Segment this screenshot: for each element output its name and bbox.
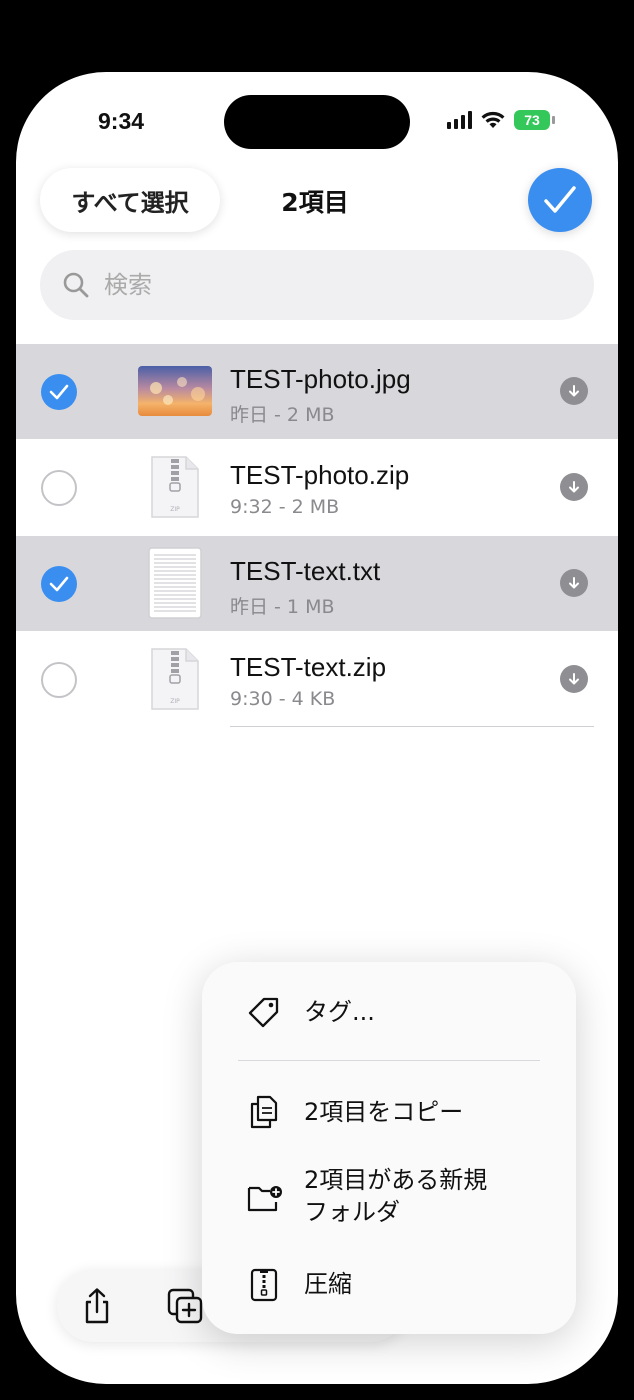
status-icons: 73 [447,110,555,130]
checkmark-icon [49,576,69,592]
done-button[interactable] [528,168,592,232]
file-name: TEST-photo.jpg [230,364,411,394]
menu-item-tag[interactable]: タグ... [202,982,576,1042]
file-row[interactable]: ZIP TEST-text.zip 9:30 - 4 KB [16,632,618,727]
cellular-signal-icon [447,111,472,129]
dynamic-island [224,95,410,149]
compress-icon [250,1268,278,1302]
search-icon [63,272,89,298]
download-icon [569,385,579,397]
select-all-button[interactable]: すべて選択 [40,168,220,232]
wifi-icon [481,111,505,128]
download-button[interactable] [560,473,588,501]
file-row[interactable]: TEST-text.txt 昨日 - 1 MB [16,536,618,631]
menu-item-copy[interactable]: 2項目をコピー [202,1082,576,1142]
menu-divider [238,1060,540,1061]
text-file-thumbnail [138,547,212,619]
file-row[interactable]: TEST-photo.jpg 昨日 - 2 MB [16,344,618,439]
svg-text:ZIP: ZIP [170,698,180,705]
download-icon [569,577,579,589]
checkmark-icon [49,384,69,400]
menu-item-label: 2項目をコピー [304,1098,464,1126]
status-time: 9:34 [98,108,145,134]
menu-item-label: 圧縮 [304,1270,352,1298]
download-button[interactable] [560,569,588,597]
download-button[interactable] [560,377,588,405]
file-name: TEST-text.txt [230,556,381,586]
file-meta: 9:30 - 4 KB [230,688,336,710]
menu-item-label: タグ... [304,998,375,1026]
download-icon [569,673,579,685]
unselected-checkbox[interactable] [41,470,77,506]
download-button[interactable] [560,665,588,693]
file-row[interactable]: ZIP TEST-photo.zip 9:32 - 2 MB [16,440,618,535]
page-title: 2項目 [281,188,349,217]
file-meta: 9:32 - 2 MB [230,496,340,518]
search-input[interactable] [102,270,506,300]
duplicate-icon[interactable] [165,1286,205,1326]
download-icon [569,481,579,493]
file-name: TEST-photo.zip [230,460,410,490]
copy-icon [250,1095,278,1129]
file-meta: 昨日 - 2 MB [230,404,335,426]
share-icon[interactable] [77,1286,117,1326]
menu-item-label: 2項目がある新規 フォルダ [304,1166,488,1226]
unselected-checkbox[interactable] [41,662,77,698]
zip-file-icon: ZIP [138,454,212,520]
selected-checkbox[interactable] [41,374,77,410]
battery-icon: 73 [514,110,555,130]
new-folder-icon [247,1186,282,1212]
menu-item-compress[interactable]: 圧縮 [202,1254,576,1314]
svg-text:ZIP: ZIP [170,506,180,513]
menu-item-new-folder[interactable]: 2項目がある新規 フォルダ [202,1162,576,1236]
list-divider [230,726,594,727]
search-bar[interactable] [40,250,594,320]
checkmark-icon [544,186,576,213]
photo-thumbnail [138,358,212,424]
selected-checkbox[interactable] [41,566,77,602]
zip-file-icon: ZIP [138,646,212,712]
file-name: TEST-text.zip [230,652,387,682]
tag-icon [248,997,279,1028]
context-menu: タグ... 2項目をコピー 2項目がある新規 フォルダ 圧縮 [202,962,576,1334]
file-meta: 昨日 - 1 MB [230,596,335,618]
